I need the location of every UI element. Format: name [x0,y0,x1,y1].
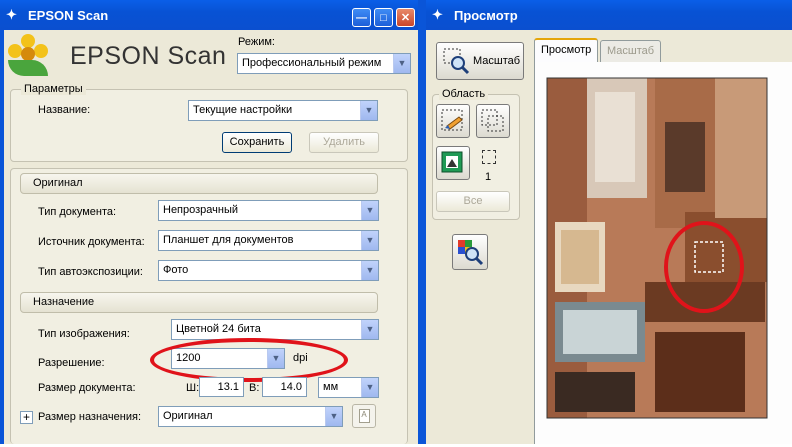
app-icon: ✦ [6,7,17,22]
doc-size-label: Размер документа: [38,382,136,394]
width-label: Ш: [186,382,200,394]
name-value: Текущие настройки [193,104,293,116]
chevron-down-icon: ▼ [325,407,342,426]
target-size-edit-button[interactable]: A [352,404,376,428]
image-type-label: Тип изображения: [38,328,130,340]
window-separator [418,0,426,444]
preview-window: ✦ Просмотр Масштаб Область 1 Все Просмот… [426,0,792,444]
area-group-label: Область [439,88,489,100]
destination-section-header: Назначение [20,292,378,313]
doc-source-value: Планшет для документов [163,234,294,246]
close-button[interactable]: ✕ [396,8,415,27]
original-section-header: Оригинал [20,173,378,194]
scanned-preview-image[interactable] [535,62,792,444]
height-label: В: [249,382,260,394]
app-icon: ✦ [432,7,443,22]
delete-button[interactable]: Удалить [309,132,379,153]
chevron-down-icon: ▼ [393,54,410,73]
target-size-label: Размер назначения: [38,411,142,423]
marquee-copy-button[interactable] [476,104,510,138]
doc-type-value: Непрозрачный [163,204,239,216]
auto-detect-button[interactable] [436,146,470,180]
original-section-label: Оригинал [33,177,83,189]
preview-titlebar[interactable]: ✦ Просмотр [426,0,792,30]
doc-type-label: Тип документа: [38,206,117,218]
save-button[interactable]: Сохранить [222,132,292,153]
preview-pane [534,62,792,444]
copy-marquee-icon [481,109,504,132]
chevron-down-icon: ▼ [361,231,378,250]
color-palette-magnifier-icon [458,240,484,266]
parameters-group-label: Параметры [21,83,86,95]
mode-select[interactable]: Профессиональный режим ▼ [237,53,411,74]
height-input[interactable]: 14.0 [262,377,307,397]
chevron-down-icon: ▼ [361,261,378,280]
zoom-magnifier-icon [443,48,470,75]
chevron-down-icon: ▼ [361,320,378,339]
doc-source-label: Источник документа: [38,236,145,248]
marquee-icon [441,109,463,131]
tab-zoom[interactable]: Масштаб [600,40,662,62]
size-unit-select[interactable]: мм ▼ [318,377,379,398]
expand-target-size-button[interactable]: + [20,411,33,424]
auto-exposure-select[interactable]: Фото ▼ [158,260,379,281]
resolution-label: Разрешение: [38,357,105,369]
doc-type-select[interactable]: Непрозрачный ▼ [158,200,379,221]
name-select[interactable]: Текущие настройки ▼ [188,100,378,121]
chevron-down-icon: ▼ [361,201,378,220]
resolution-annotation-circle [150,338,348,382]
auto-exposure-label: Тип автоэкспозиции: [38,266,143,278]
marquee-count-icon [482,150,496,164]
preview-window-title: Просмотр [454,7,518,23]
image-type-value: Цветной 24 бита [176,323,261,335]
zoom-button[interactable]: Масштаб [436,42,524,80]
minimize-button[interactable]: — [352,8,371,27]
width-input[interactable]: 13.1 [199,377,244,397]
select-all-button[interactable]: Все [436,191,510,212]
image-type-select[interactable]: Цветной 24 бита ▼ [171,319,379,340]
auto-locate-icon [441,151,463,173]
epson-flower-logo-icon [8,34,48,76]
auto-exposure-value: Фото [163,264,189,276]
zoom-button-label: Масштаб [473,55,521,67]
maximize-button[interactable]: □ [374,8,393,27]
scan-titlebar[interactable]: ✦ EPSON Scan — □ ✕ [0,0,418,30]
mode-value: Профессиональный режим [242,57,382,69]
chevron-down-icon: ▼ [360,101,377,120]
doc-source-select[interactable]: Планшет для документов ▼ [158,230,379,251]
scan-window-title: EPSON Scan [28,7,109,23]
tab-preview[interactable]: Просмотр [534,38,599,62]
document-edit-icon: A [358,409,370,423]
target-size-value: Оригинал [163,410,213,422]
marquee-count: 1 [485,171,492,183]
mode-label: Режим: [238,36,275,48]
color-check-button[interactable] [452,234,488,270]
window-frame [0,30,4,444]
size-unit-value: мм [323,381,339,393]
epson-scan-window: ✦ EPSON Scan — □ ✕ EPSON Scan Режим: Про… [0,0,418,444]
epson-scan-logo: EPSON Scan [70,42,227,70]
destination-section-label: Назначение [33,296,95,308]
name-label: Название: [38,104,91,116]
target-size-select[interactable]: Оригинал ▼ [158,406,343,427]
chevron-down-icon: ▼ [361,378,378,397]
marquee-create-button[interactable] [436,104,470,138]
